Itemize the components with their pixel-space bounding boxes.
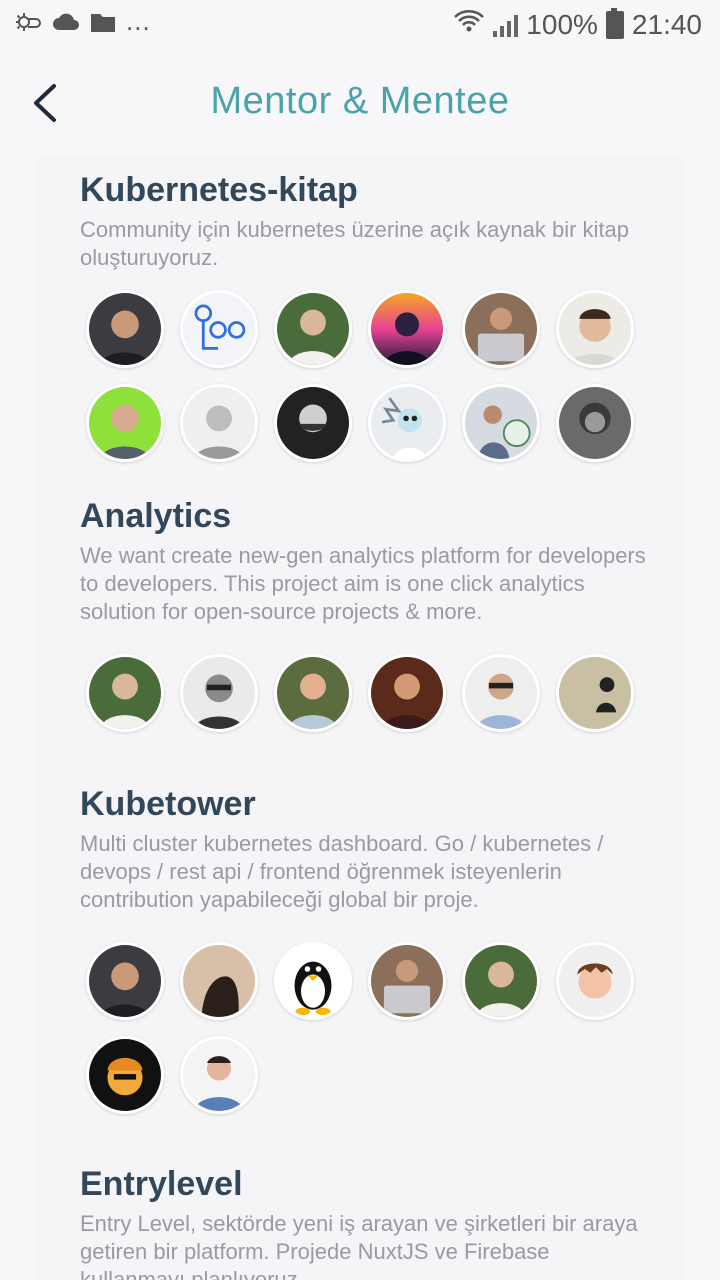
- project-list[interactable]: Kubernetes-kitap Community için kubernet…: [40, 160, 680, 1280]
- overflow-indicator: ...: [126, 6, 151, 36]
- project-title: Kubetower: [80, 785, 256, 823]
- member-avatar[interactable]: [462, 384, 540, 462]
- member-avatar[interactable]: [274, 942, 352, 1020]
- clock: 21:40: [631, 8, 702, 40]
- cloud-icon: [52, 12, 80, 37]
- member-avatar[interactable]: [86, 654, 164, 732]
- signal-icon: [493, 13, 519, 37]
- member-avatars: [80, 942, 650, 1132]
- page-title: Mentor & Mentee: [210, 80, 510, 122]
- project-card-analytics[interactable]: Analytics We want create new-gen analyti…: [80, 496, 650, 744]
- member-avatar[interactable]: [86, 942, 164, 1020]
- project-title: Kubernetes-kitap: [80, 171, 358, 209]
- member-avatar[interactable]: [274, 384, 352, 462]
- member-avatar[interactable]: [462, 290, 540, 368]
- member-avatar[interactable]: [556, 654, 634, 732]
- member-avatar[interactable]: [556, 942, 634, 1020]
- project-description: Community için kubernetes üzerine açık k…: [80, 217, 630, 270]
- project-description: We want create new-gen analytics platfor…: [80, 543, 646, 624]
- member-avatar[interactable]: [462, 942, 540, 1020]
- member-avatar[interactable]: [180, 942, 258, 1020]
- member-avatar[interactable]: [180, 290, 258, 368]
- member-avatar[interactable]: [180, 1036, 258, 1114]
- app-header: Mentor & Mentee: [0, 52, 720, 160]
- project-title: Analytics: [80, 497, 232, 535]
- project-card-kubernetes-kitap[interactable]: Kubernetes-kitap Community için kubernet…: [80, 170, 650, 480]
- member-avatar[interactable]: [86, 290, 164, 368]
- status-bar: ... 100% 21:40: [0, 0, 720, 52]
- project-card-kubetower[interactable]: Kubetower Multi cluster kubernetes dashb…: [80, 784, 650, 1132]
- member-avatar[interactable]: [368, 654, 446, 732]
- folder-icon: [90, 11, 116, 38]
- member-avatar[interactable]: [368, 942, 446, 1020]
- project-description: Multi cluster kubernetes dashboard. Go /…: [80, 831, 604, 912]
- member-avatar[interactable]: [180, 654, 258, 732]
- member-avatar[interactable]: [556, 384, 634, 462]
- member-avatar[interactable]: [86, 384, 164, 462]
- project-title: Entrylevel: [80, 1165, 243, 1203]
- project-card-entrylevel[interactable]: Entrylevel Entry Level, sektörde yeni iş…: [80, 1164, 650, 1280]
- member-avatar[interactable]: [274, 290, 352, 368]
- member-avatar[interactable]: [556, 290, 634, 368]
- member-avatar[interactable]: [368, 384, 446, 462]
- member-avatars: [80, 654, 650, 744]
- wifi-icon: [453, 8, 485, 41]
- member-avatars: [80, 290, 650, 480]
- project-description: Entry Level, sektörde yeni iş arayan ve …: [80, 1211, 638, 1280]
- member-avatar[interactable]: [274, 654, 352, 732]
- battery-percent: 100%: [526, 8, 598, 40]
- weather-icon: [14, 10, 42, 39]
- battery-icon: [605, 7, 624, 39]
- member-avatar[interactable]: [368, 290, 446, 368]
- member-avatar[interactable]: [462, 654, 540, 732]
- member-avatar[interactable]: [86, 1036, 164, 1114]
- member-avatar[interactable]: [180, 384, 258, 462]
